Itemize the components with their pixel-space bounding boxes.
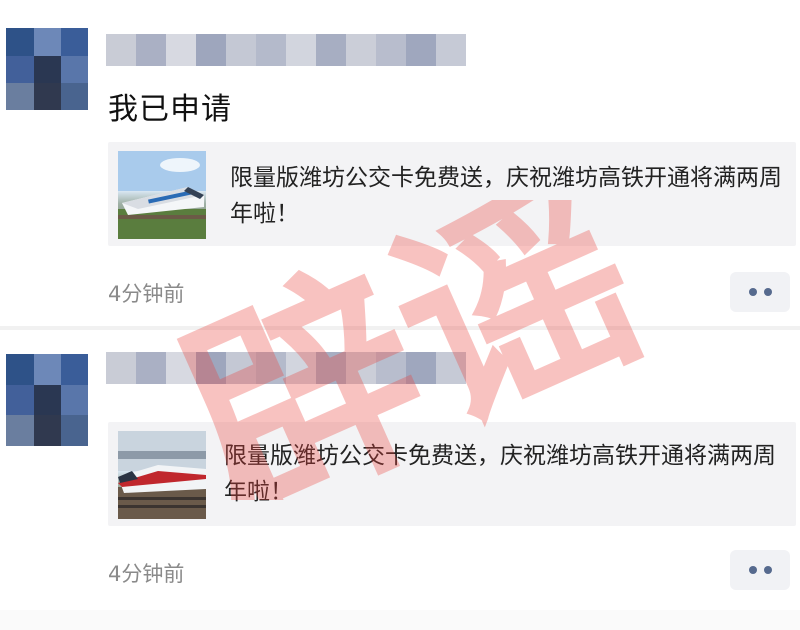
moments-feed: 我已申请 限量版潍坊公交卡免费送，庆祝潍坊高铁开通将满两周年啦！ 4分钟前 限量…: [0, 0, 800, 630]
dot-icon: [763, 288, 772, 296]
blurred-username[interactable]: [106, 34, 466, 66]
post-timestamp: 4分钟前: [108, 562, 185, 586]
avatar[interactable]: [6, 28, 88, 110]
train-thumbnail-icon: [118, 151, 206, 239]
shared-link-card[interactable]: 限量版潍坊公交卡免费送，庆祝潍坊高铁开通将满两周年啦！: [108, 422, 796, 526]
shared-link-card[interactable]: 限量版潍坊公交卡免费送，庆祝潍坊高铁开通将满两周年啦！: [108, 142, 796, 246]
more-options-button[interactable]: [730, 272, 790, 312]
dot-icon: [748, 566, 757, 574]
post-timestamp: 4分钟前: [108, 282, 185, 306]
link-card-title: 限量版潍坊公交卡免费送，庆祝潍坊高铁开通将满两周年啦！: [224, 443, 776, 505]
feed-post: 限量版潍坊公交卡免费送，庆祝潍坊高铁开通将满两周年啦！ 4分钟前: [0, 330, 800, 630]
train-thumbnail-icon: [118, 431, 206, 519]
more-options-button[interactable]: [730, 550, 790, 590]
feed-post: 我已申请 限量版潍坊公交卡免费送，庆祝潍坊高铁开通将满两周年啦！ 4分钟前: [0, 0, 800, 326]
post-text: 我已申请: [108, 92, 232, 127]
dot-icon: [748, 288, 757, 296]
link-card-title: 限量版潍坊公交卡免费送，庆祝潍坊高铁开通将满两周年啦！: [230, 165, 782, 227]
dot-icon: [763, 566, 772, 574]
feed-bottom-edge: [0, 610, 800, 630]
blurred-username[interactable]: [106, 352, 466, 384]
avatar[interactable]: [6, 354, 88, 446]
